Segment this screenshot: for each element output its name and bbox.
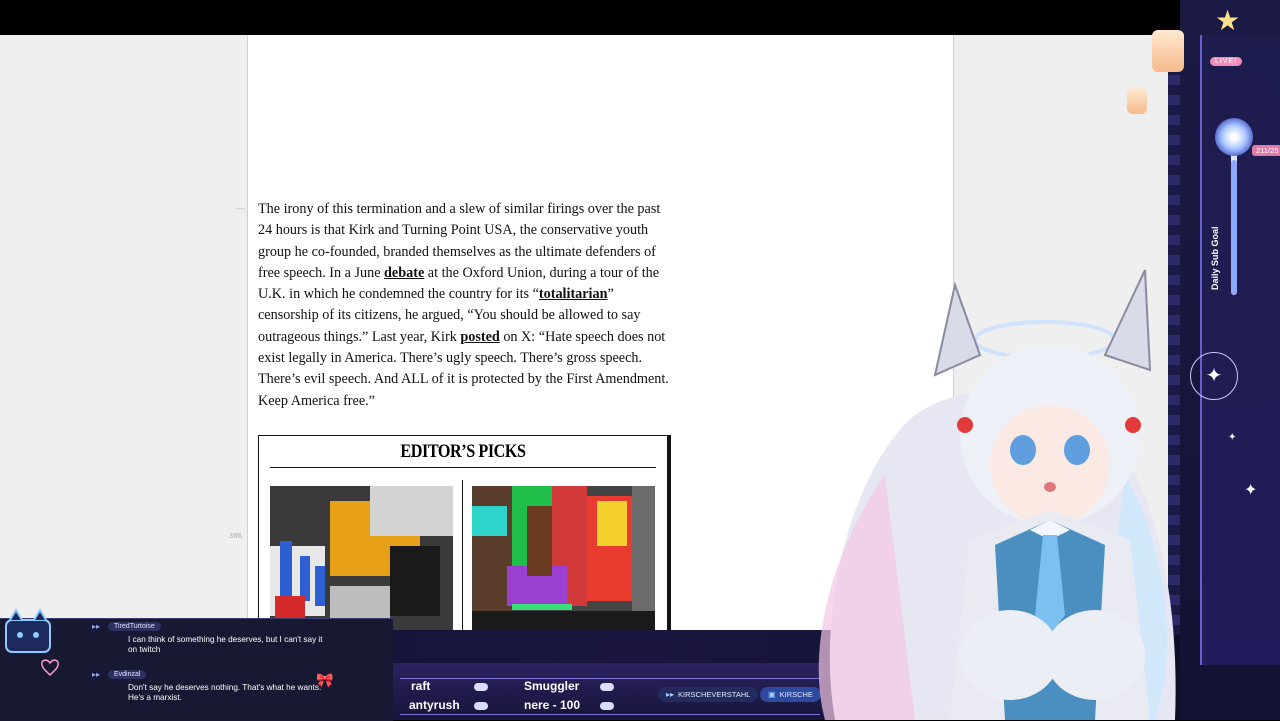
ticker-rule — [400, 714, 820, 715]
column-divider — [462, 480, 463, 636]
sparkle-icon: ✦ — [1228, 432, 1237, 443]
top-black-bar — [0, 0, 1280, 35]
bow-icon: 🎀 — [316, 672, 334, 688]
cat-mascot-icon — [5, 608, 59, 677]
sub-goal-progress-fill — [1231, 160, 1237, 295]
margin-dash: — — [236, 203, 245, 213]
article-paragraph: The irony of this termination and a slew… — [258, 199, 673, 412]
chat-bubble-icon: ▣ — [768, 690, 776, 699]
ticker-pill — [474, 683, 488, 691]
scroll-percent: 38% — [229, 533, 242, 541]
pick-thumbnail-1[interactable] — [270, 486, 453, 636]
ticker-item: Smuggler — [524, 679, 580, 693]
sub-goal-progress — [1231, 145, 1237, 295]
star-icon: ★ — [1215, 5, 1241, 36]
chat-username: TiredTurtoise — [108, 622, 161, 631]
totalitarian-link[interactable]: totalitarian — [539, 286, 608, 302]
goal-orb-icon — [1215, 118, 1253, 156]
social-twitter[interactable]: ▸▸ KIRSCHEVERSTAHL — [658, 687, 759, 702]
live-badge: LIVE! — [1210, 57, 1243, 66]
lantern-decoration — [1127, 88, 1147, 114]
chat-message: Don't say he deserves nothing. That's wh… — [128, 683, 322, 702]
sparkle-icon: ✦ — [1244, 482, 1258, 499]
ticker-pill — [600, 683, 614, 691]
editors-picks-box: EDITOR’S PICKS — [258, 435, 668, 637]
twitter-icon: ▸▸ — [666, 690, 675, 699]
sub-goal-label: Daily Sub Goal — [1210, 226, 1220, 290]
ticker-item: raft — [411, 679, 431, 693]
social-label: KIRSCHEVERSTAHL — [678, 690, 751, 699]
chat-arrow-icon: ▸▸ — [92, 670, 101, 679]
vtuber-avatar — [818, 269, 1176, 720]
ticker-pill — [474, 702, 488, 710]
ticker-pill — [600, 702, 614, 710]
sparkle-icon: ✦ — [1190, 352, 1238, 400]
ticker-item: antyrush — [409, 698, 460, 712]
posted-link[interactable]: posted — [460, 329, 499, 345]
ticker-rule — [400, 678, 820, 679]
lantern-decoration — [1152, 30, 1184, 72]
sub-goal-count: 211/25 — [1252, 145, 1280, 156]
chat-arrow-icon: ▸▸ — [92, 622, 101, 631]
chat-message: I can think of something he deserves, bu… — [128, 635, 323, 654]
debate-link[interactable]: debate — [384, 265, 424, 281]
pick-thumbnail-2[interactable] — [472, 486, 655, 636]
ticker-item: nere - 100 — [524, 698, 581, 712]
editors-picks-title: EDITOR’S PICKS — [400, 441, 526, 462]
chat-username: Evdinzal — [108, 670, 147, 679]
title-rule — [270, 467, 656, 468]
